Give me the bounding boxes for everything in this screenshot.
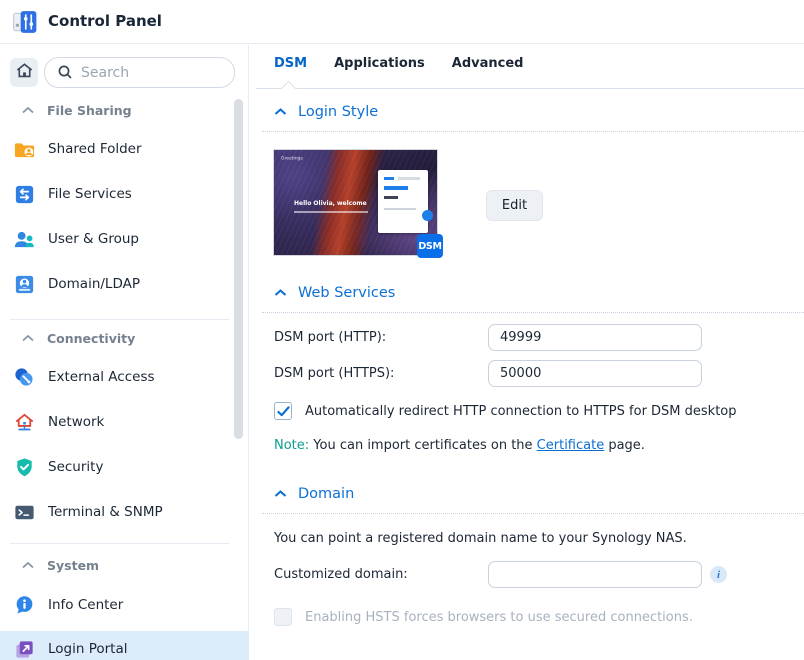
- section-header-login-style[interactable]: Login Style: [274, 104, 378, 120]
- sidebar-scrollbar-thumb[interactable]: [234, 99, 243, 439]
- control-panel-window: Control Panel Search File Sharing Shared…: [0, 0, 804, 660]
- search-box: [44, 57, 235, 88]
- sidebar-item-login-portal[interactable]: Login Portal: [0, 631, 249, 660]
- hsts-row: Enabling HSTS forces browsers to use sec…: [274, 608, 693, 626]
- customized-domain-input[interactable]: [488, 561, 702, 588]
- redirect-https-label: Automatically redirect HTTP connection t…: [305, 403, 737, 419]
- dsm-badge: DSM: [417, 234, 443, 258]
- redirect-https-checkbox[interactable]: [274, 402, 292, 420]
- dsm-https-port-input[interactable]: [488, 360, 702, 387]
- sidebar-item-label: Terminal & SNMP: [48, 504, 163, 520]
- chevron-up-icon: [274, 490, 287, 498]
- dsm-https-port-label: DSM port (HTTPS):: [274, 366, 395, 381]
- login-portal-icon: [13, 638, 36, 660]
- section-divider: [262, 513, 804, 514]
- certificate-note: Note: You can import certificates on the…: [274, 438, 645, 453]
- main-content: DSM Applications Advanced Login Style Gr…: [250, 44, 804, 660]
- sidebar-item-label: Shared Folder: [48, 141, 142, 157]
- sidebar-item-file-services[interactable]: File Services: [0, 176, 249, 212]
- note-body: You can import certificates on the: [309, 438, 537, 453]
- sidebar-item-domain-ldap[interactable]: Domain/LDAP: [0, 266, 249, 302]
- file-services-icon: [13, 183, 36, 206]
- chevron-up-icon: [22, 106, 34, 114]
- section-title: Web Services: [298, 285, 396, 301]
- tab-dsm[interactable]: DSM: [274, 56, 307, 71]
- section-header-domain[interactable]: Domain: [274, 486, 354, 502]
- sidebar-item-external-access[interactable]: External Access: [0, 359, 249, 395]
- sidebar-item-user-group[interactable]: User & Group: [0, 221, 249, 257]
- shared-folder-icon: [13, 138, 36, 161]
- sidebar-section-system[interactable]: System: [0, 556, 249, 574]
- sidebar-item-label: Security: [48, 459, 104, 475]
- sidebar-item-security[interactable]: Security: [0, 449, 249, 485]
- user-group-icon: [13, 228, 36, 251]
- sidebar-section-connectivity[interactable]: Connectivity: [0, 329, 249, 347]
- chevron-up-icon: [274, 108, 287, 116]
- sidebar-item-label: File Services: [48, 186, 132, 202]
- note-prefix: Note:: [274, 438, 310, 453]
- sidebar-section-label: Connectivity: [47, 330, 136, 346]
- sidebar-item-shared-folder[interactable]: Shared Folder: [0, 131, 249, 167]
- note-suffix: page.: [604, 438, 645, 453]
- section-divider: [262, 312, 804, 313]
- preview-headline-text: Hello Olivia, welcome: [294, 200, 367, 207]
- home-icon: [15, 61, 34, 84]
- terminal-icon: [13, 501, 36, 524]
- tab-bar: DSM Applications Advanced: [274, 56, 550, 71]
- home-button[interactable]: [10, 58, 38, 87]
- page-title: Control Panel: [48, 12, 162, 30]
- app-header: Control Panel: [0, 0, 804, 44]
- security-shield-icon: [13, 456, 36, 479]
- login-preview-image: Greetings Hello Olivia, welcome: [274, 150, 437, 255]
- sidebar-item-label: Domain/LDAP: [48, 276, 140, 292]
- info-icon[interactable]: i: [710, 566, 727, 583]
- sidebar-item-label: Login Portal: [48, 641, 128, 657]
- dsm-http-port-label: DSM port (HTTP):: [274, 330, 387, 345]
- sidebar-item-label: Info Center: [48, 597, 124, 613]
- sidebar-item-info-center[interactable]: Info Center: [0, 587, 249, 623]
- chevron-up-icon: [22, 561, 34, 569]
- dsm-http-port-input[interactable]: [488, 324, 702, 351]
- domain-ldap-icon: [13, 273, 36, 296]
- hsts-label: Enabling HSTS forces browsers to use sec…: [305, 609, 693, 625]
- sidebar-item-label: Network: [48, 414, 105, 430]
- sidebar-item-network[interactable]: Network: [0, 404, 249, 440]
- info-center-icon: [13, 594, 36, 617]
- sidebar-item-terminal-snmp[interactable]: Terminal & SNMP: [0, 494, 249, 530]
- sidebar: File Sharing Shared Folder: [0, 45, 249, 660]
- certificate-link[interactable]: Certificate: [537, 438, 605, 453]
- section-title: Login Style: [298, 104, 379, 120]
- sidebar-divider: [10, 319, 229, 320]
- sidebar-section-label: File Sharing: [47, 102, 132, 118]
- chevron-up-icon: [274, 289, 287, 297]
- tab-advanced[interactable]: Advanced: [452, 56, 524, 71]
- customized-domain-label: Customized domain:: [274, 567, 408, 582]
- preview-login-card: [378, 170, 433, 233]
- hsts-checkbox[interactable]: [274, 608, 292, 626]
- active-tab-notch: [280, 80, 297, 97]
- section-header-web-services[interactable]: Web Services: [274, 285, 395, 301]
- control-panel-icon: [12, 9, 38, 35]
- tab-applications[interactable]: Applications: [334, 56, 425, 71]
- redirect-https-row: Automatically redirect HTTP connection t…: [274, 402, 737, 420]
- preview-brand-text: Greetings: [281, 156, 303, 162]
- sidebar-item-label: User & Group: [48, 231, 139, 247]
- domain-description: You can point a registered domain name t…: [274, 531, 687, 546]
- section-title: Domain: [298, 486, 355, 502]
- sidebar-section-label: System: [47, 557, 100, 573]
- search-icon: [57, 64, 74, 85]
- section-divider: [262, 131, 804, 132]
- network-icon: [13, 411, 36, 434]
- sidebar-divider: [10, 543, 229, 544]
- preview-signin-button: [422, 210, 433, 221]
- external-access-icon: [13, 366, 36, 389]
- chevron-up-icon: [22, 334, 34, 342]
- edit-button[interactable]: Edit: [486, 190, 543, 221]
- sidebar-item-label: External Access: [48, 369, 155, 385]
- sidebar-section-file-sharing[interactable]: File Sharing: [0, 101, 249, 119]
- login-style-preview: Greetings Hello Olivia, welcome DSM: [274, 150, 443, 258]
- tab-underline: [256, 80, 804, 97]
